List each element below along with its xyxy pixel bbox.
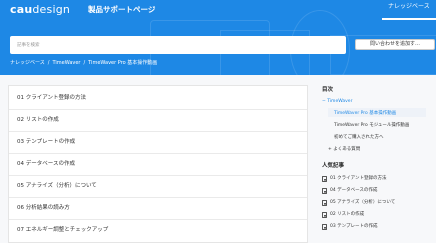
- article-title[interactable]: 05 アナライズ（分析）について: [17, 181, 97, 189]
- search-input[interactable]: [10, 36, 346, 54]
- nav-knowledge-base[interactable]: ナレッジベース: [382, 0, 436, 20]
- popular-article-title[interactable]: 03 テンプレートの作成: [330, 223, 378, 229]
- contact-button[interactable]: 問い合わせを追加す…: [355, 39, 435, 50]
- document-icon: [322, 188, 327, 194]
- article-row[interactable]: 01 クライアント登録の方法: [9, 86, 307, 110]
- header-banner: caudesign 製品サポートページ ナレッジベース 問い合わせを追加す… ナ…: [0, 0, 436, 75]
- popular-article-title[interactable]: 02 リストの作成: [330, 211, 364, 217]
- toc-item-first-purchase[interactable]: 初めてご購入された方へ: [334, 134, 384, 140]
- popular-article-title[interactable]: 01 クライアント登録の方法: [330, 175, 386, 181]
- main-content: 01 クライアント登録の方法 02 リストの作成 03 テンプレートの作成 04…: [0, 75, 436, 243]
- toc-item-faq[interactable]: + よくある質問: [328, 146, 360, 152]
- breadcrumb-separator: /: [83, 60, 86, 66]
- article-title[interactable]: 03 テンプレートの作成: [17, 137, 75, 145]
- sidebar: 目次 − TimeWaver TimeWaver Pro 基本操作動画 Time…: [316, 85, 431, 243]
- popular-article[interactable]: 04 データベースの作成: [322, 187, 432, 197]
- article-list: 01 クライアント登録の方法 02 リストの作成 03 テンプレートの作成 04…: [8, 85, 308, 243]
- article-title[interactable]: 06 分析結果の読み方: [17, 203, 70, 211]
- popular-article-title[interactable]: 04 データベースの作成: [330, 187, 377, 193]
- popular-article[interactable]: 03 テンプレートの作成: [322, 223, 432, 233]
- article-row[interactable]: 06 分析結果の読み方: [9, 196, 307, 220]
- article-title[interactable]: 01 クライアント登録の方法: [17, 93, 86, 101]
- popular-article[interactable]: 05 アナライズ（分析）について: [322, 199, 432, 209]
- breadcrumb-item-current: TimeWaver Pro 基本操作動画: [88, 60, 158, 66]
- article-title[interactable]: 02 リストの作成: [17, 115, 59, 123]
- logo-bold: cau: [10, 3, 33, 16]
- article-row[interactable]: 07 エネルギー調整とチェックアップ: [9, 218, 307, 242]
- article-title[interactable]: 07 エネルギー調整とチェックアップ: [17, 225, 108, 233]
- breadcrumb-separator: /: [47, 60, 50, 66]
- toc-item-timewaver[interactable]: − TimeWaver: [322, 99, 352, 104]
- logo[interactable]: caudesign: [10, 3, 70, 16]
- toc-item-module-videos[interactable]: TimeWaver Pro モジュール操作動画: [334, 122, 409, 128]
- document-icon: [322, 212, 327, 218]
- article-row[interactable]: 03 テンプレートの作成: [9, 130, 307, 154]
- toc-heading: 目次: [322, 87, 334, 93]
- article-row[interactable]: 05 アナライズ（分析）について: [9, 174, 307, 198]
- article-title[interactable]: 04 データベースの作成: [17, 159, 75, 167]
- top-navigation: caudesign 製品サポートページ ナレッジベース: [0, 0, 436, 20]
- article-row[interactable]: 04 データベースの作成: [9, 152, 307, 176]
- popular-article-title[interactable]: 05 アナライズ（分析）について: [330, 199, 395, 205]
- popular-article[interactable]: 02 リストの作成: [322, 211, 432, 221]
- logo-rest: design: [32, 3, 71, 16]
- breadcrumb-bar: ナレッジベース / TimeWaver / TimeWaver Pro 基本操作動画: [0, 57, 436, 69]
- breadcrumb-item-timewaver[interactable]: TimeWaver: [52, 60, 80, 66]
- site-title[interactable]: 製品サポートページ: [88, 4, 155, 15]
- popular-article[interactable]: 01 クライアント登録の方法: [322, 175, 432, 185]
- document-icon: [322, 176, 327, 182]
- document-icon: [322, 200, 327, 206]
- popular-heading: 人気記事: [322, 163, 345, 169]
- toc-item-basic-videos[interactable]: TimeWaver Pro 基本操作動画: [334, 110, 396, 116]
- breadcrumb: ナレッジベース / TimeWaver / TimeWaver Pro 基本操作動画: [10, 57, 157, 69]
- document-icon: [322, 224, 327, 230]
- article-row[interactable]: 02 リストの作成: [9, 108, 307, 132]
- breadcrumb-item-knowledge-base[interactable]: ナレッジベース: [10, 60, 45, 66]
